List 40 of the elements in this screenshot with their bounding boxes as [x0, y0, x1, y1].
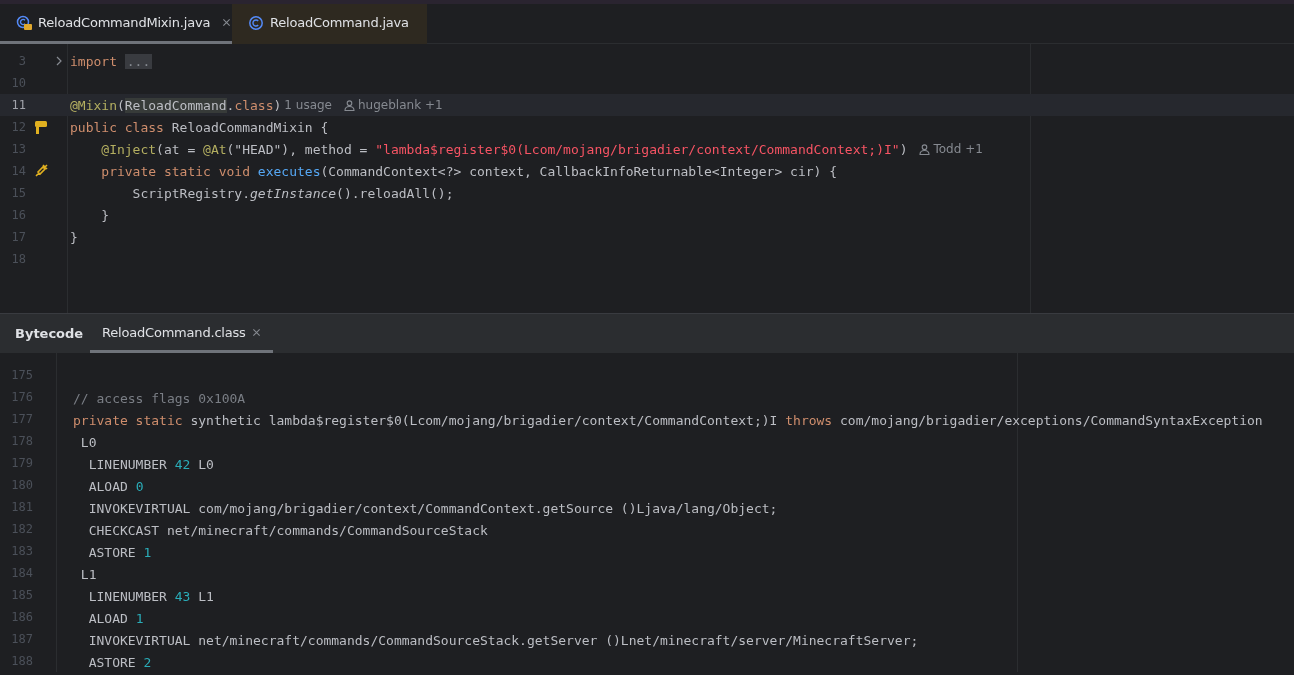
code-line: L1: [79, 566, 97, 582]
tool-window-title: Bytecode: [14, 326, 85, 341]
code-line: INVOKEVIRTUAL com/mojang/brigadier/context/CommandContext.getSource ()Ljava/lang/Object;: [87, 500, 778, 516]
syringe-icon[interactable]: [34, 164, 48, 178]
person-icon: [344, 99, 355, 111]
code-line: private static synthetic lambda$register$0(Lcom/mojang/brigadier/context/CommandContext;)I throws com/mojang/brigadier/exceptions/CommandSyntaxException: [73, 412, 1263, 428]
code-line: private static void executes(CommandContext<?> context, CallbackInfoReturnable<Integer> cir) {: [100, 163, 838, 179]
author-hint[interactable]: hugeblank +1: [358, 98, 443, 112]
person-icon: [919, 143, 931, 155]
close-icon[interactable]: [251, 327, 261, 337]
tab-label: ReloadCommand.java: [270, 15, 409, 30]
tab-label: ReloadCommand.class: [102, 324, 246, 340]
flag-icon[interactable]: [33, 120, 49, 134]
editor-tab[interactable]: ReloadCommand.java: [232, 4, 427, 44]
code-line: ScriptRegistry.getInstance().reloadAll();: [131, 185, 454, 201]
code-line: @Inject(at = @At("HEAD"), method = "lambda$register$0(Lcom/mojang/brigadier/context/CommandContext;)I"): [100, 141, 908, 157]
class-icon: [16, 14, 32, 31]
code-line: LINENUMBER 42 L0: [87, 456, 214, 472]
code-line: ALOAD 1: [87, 610, 144, 626]
tool-window-tab[interactable]: ReloadCommand.class: [90, 314, 273, 353]
code-line: }: [70, 229, 78, 245]
code-line: }: [100, 207, 110, 223]
class-icon: [248, 14, 264, 31]
close-icon[interactable]: [222, 18, 232, 27]
code-line: INVOKEVIRTUAL net/minecraft/commands/CommandSourceStack.getServer ()Lnet/minecraft/server/MinecraftServer;: [87, 632, 919, 648]
code-line: public class ReloadCommandMixin {: [70, 119, 329, 135]
usages-hint[interactable]: 1 usage: [284, 98, 332, 112]
code-line: @Mixin(ReloadCommand.class): [70, 97, 282, 113]
line-number: 11: [10, 98, 26, 112]
code-line: import ...: [70, 53, 153, 69]
code-line: ALOAD 0: [87, 478, 144, 494]
chevron-right-icon[interactable]: [55, 56, 63, 66]
code-line: LINENUMBER 43 L1: [87, 588, 214, 604]
code-line: ASTORE 1: [87, 544, 152, 560]
code-line: ASTORE 2: [87, 654, 152, 670]
code-line: L0: [79, 434, 97, 450]
author-hint[interactable]: Todd +1: [933, 142, 983, 156]
tab-label: ReloadCommandMixin.java: [38, 15, 211, 30]
code-line: // access flags 0x100A: [73, 390, 246, 406]
code-line: CHECKCAST net/minecraft/commands/CommandSourceStack: [87, 522, 488, 538]
